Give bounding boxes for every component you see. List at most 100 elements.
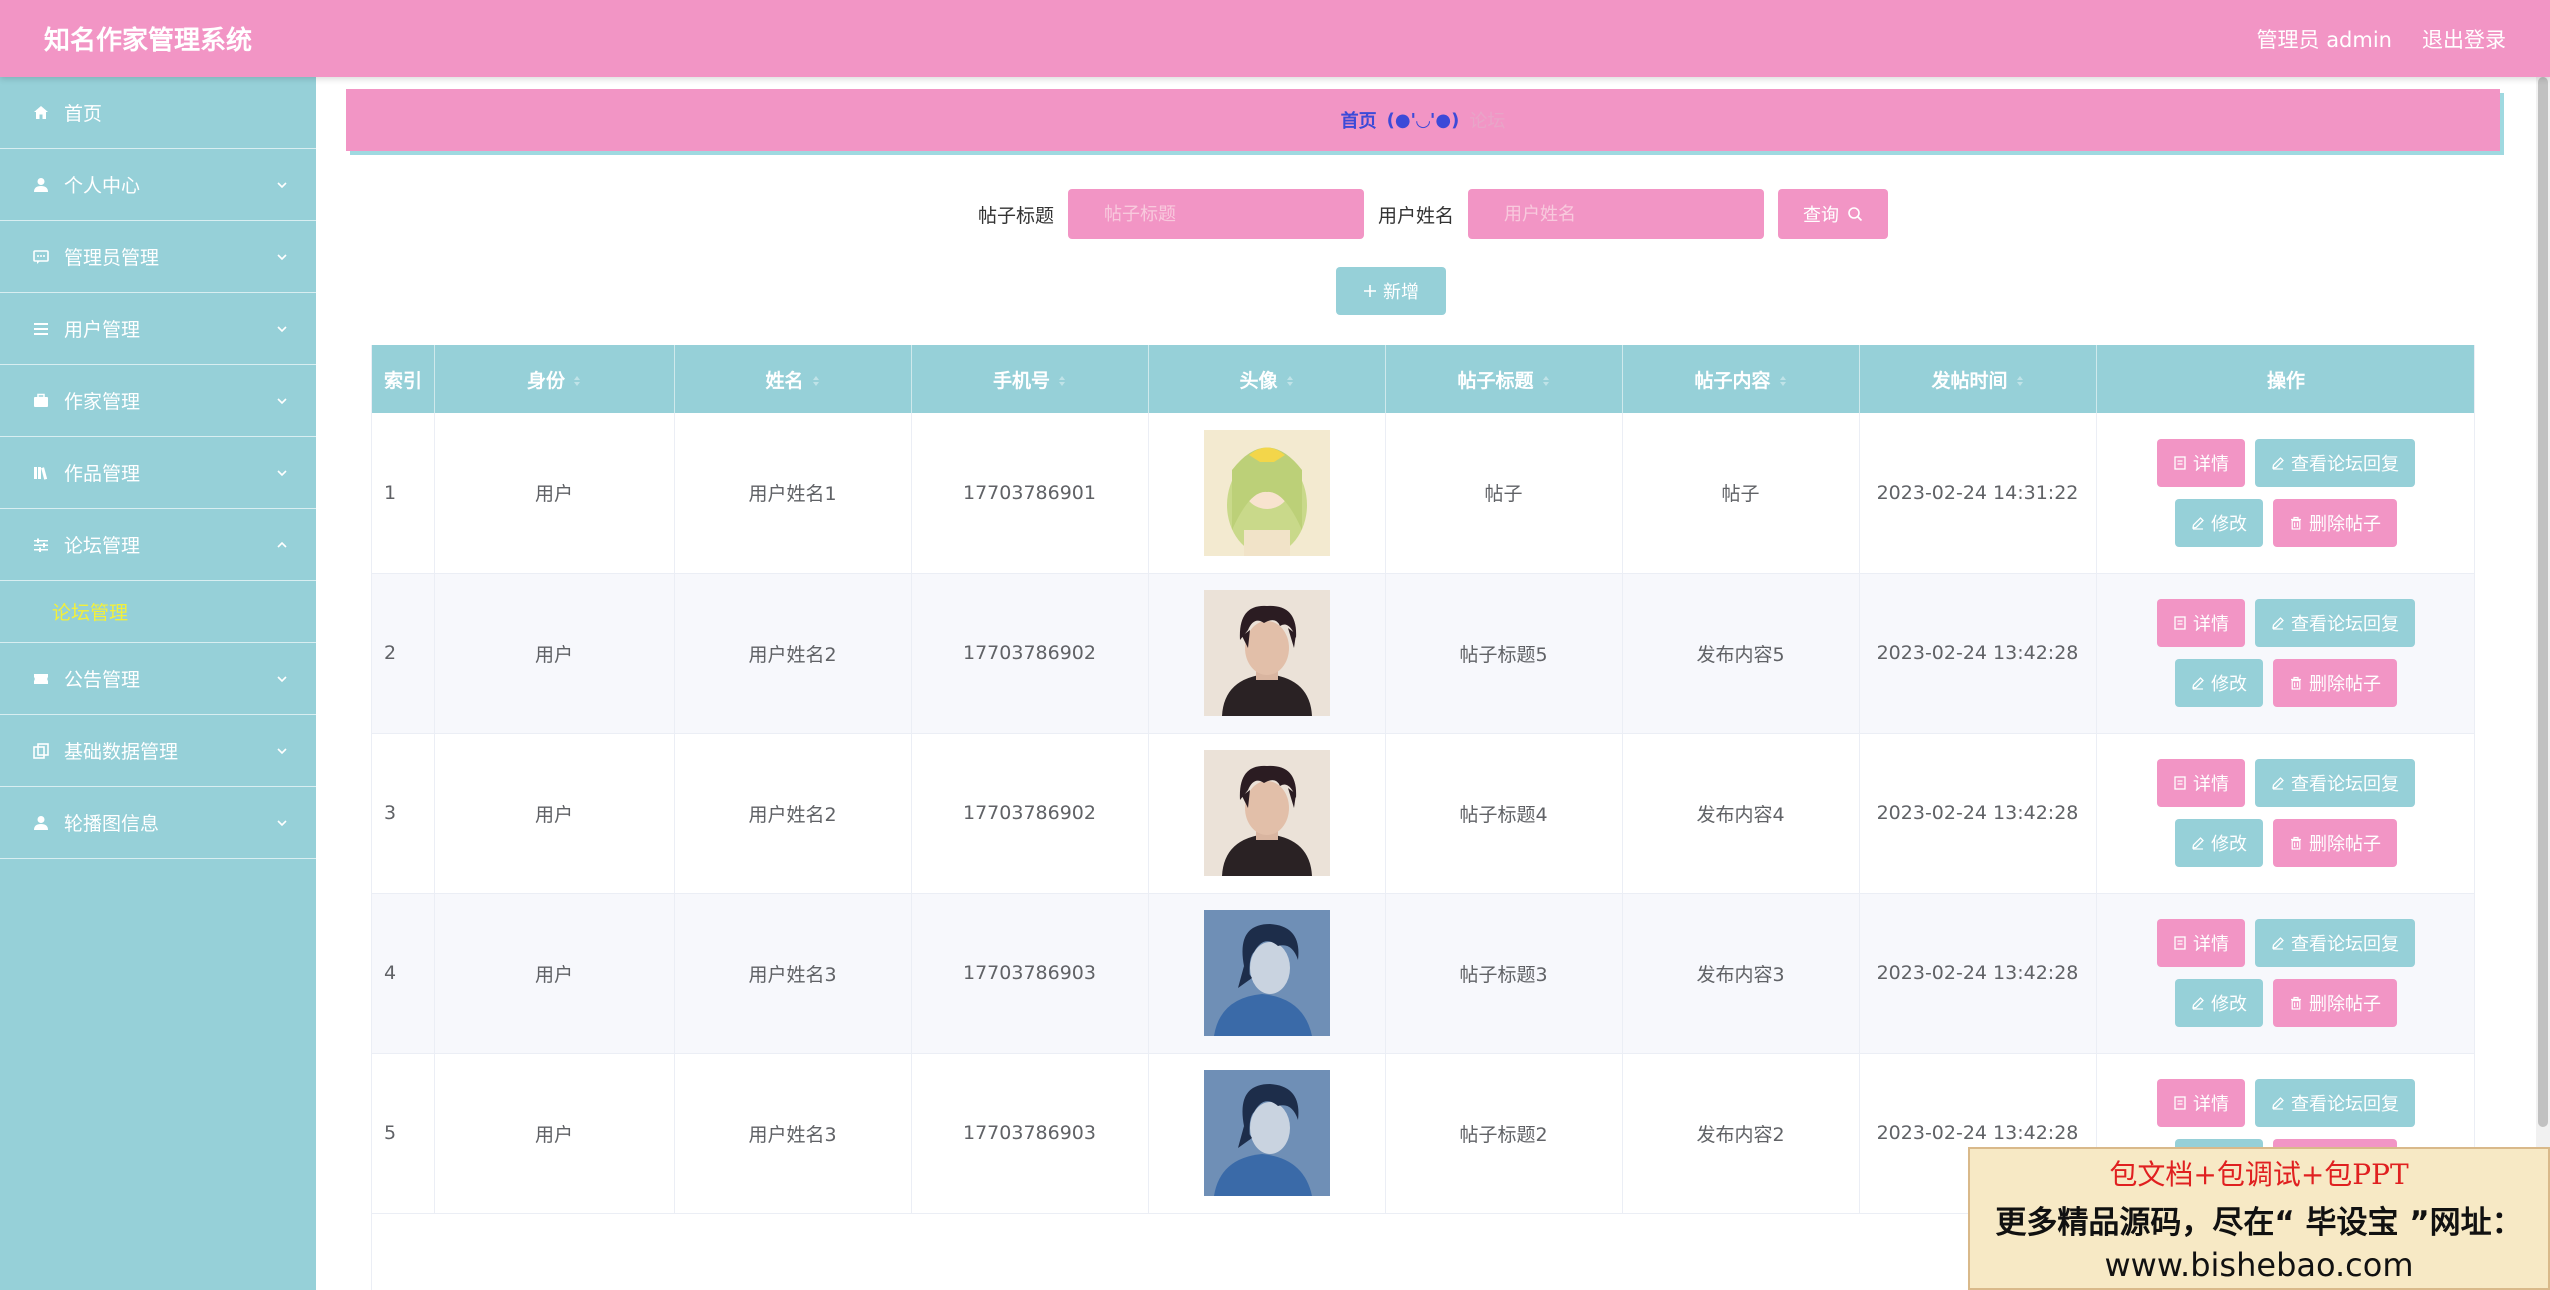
post-title-input[interactable]	[1068, 189, 1364, 239]
edit-button-label: 修改	[2211, 674, 2247, 694]
view-replies-button-label: 查看论坛回复	[2291, 774, 2399, 794]
trash-icon	[2291, 836, 2301, 850]
query-button[interactable]: 查询	[1778, 189, 1889, 239]
cell-role: 用户	[434, 893, 675, 1054]
sidebar-item-user-management[interactable]: 用户管理	[0, 293, 316, 365]
sort-icon[interactable]	[812, 375, 820, 387]
column-header-phone[interactable]: 手机号	[911, 345, 1149, 413]
sort-icon[interactable]	[2016, 375, 2024, 387]
sidebar-item-admin-management[interactable]: 管理员管理	[0, 221, 316, 293]
edit-icon	[2272, 937, 2284, 950]
top-header: 知名作家管理系统 管理员 admin 退出登录	[0, 0, 2550, 77]
action-line: 修改 删除帖子	[2175, 979, 2397, 1027]
header-label: 操作	[2266, 369, 2305, 392]
edit-icon	[2272, 1097, 2284, 1110]
table-row: 3 用户 用户姓名2 17703786902 帖子标题4 发布内容4 2023-02-24 …	[372, 733, 2474, 894]
plus-icon	[1364, 285, 1376, 297]
search-icon	[1848, 207, 1863, 222]
column-header-post-content[interactable]: 帖子内容	[1622, 345, 1860, 413]
sliders-icon	[30, 534, 52, 556]
trash-icon	[2291, 676, 2301, 690]
column-header-post-title[interactable]: 帖子标题	[1385, 345, 1623, 413]
edit-button[interactable]: 修改	[2175, 979, 2263, 1027]
main-content: 首页 (●'◡'●) 论坛 帖子标题 用户姓名 查询 新增	[316, 77, 2550, 1290]
chevron-down-icon	[276, 673, 288, 685]
delete-post-button[interactable]: 删除帖子	[2273, 659, 2397, 707]
header-label: 发帖时间	[1931, 369, 2008, 392]
cell-post-title: 帖子标题4	[1385, 733, 1623, 894]
edit-button[interactable]: 修改	[2175, 819, 2263, 867]
sidebar-item-works-management[interactable]: 作品管理	[0, 437, 316, 509]
cell-index: 2	[372, 573, 435, 734]
column-header-name[interactable]: 姓名	[674, 345, 912, 413]
sort-icon[interactable]	[1286, 375, 1294, 387]
cell-index: 4	[372, 893, 435, 1054]
cell-phone: 17703786902	[911, 573, 1149, 734]
sidebar: 首页 个人中心 管理员管理 用户管理 作家管理 作品管理 论坛管理 论坛管理 公…	[0, 77, 316, 1290]
column-header-avatar[interactable]: 头像	[1148, 345, 1386, 413]
user-name-input[interactable]	[1468, 189, 1765, 239]
sort-icon[interactable]	[1058, 375, 1066, 387]
sidebar-item-label: 管理员管理	[64, 247, 160, 269]
cell-actions: 详情 查看论坛回复修改 删除帖子	[2096, 413, 2474, 574]
sidebar-item-home[interactable]: 首页	[0, 77, 316, 149]
view-replies-button[interactable]: 查看论坛回复	[2255, 919, 2415, 967]
view-replies-button[interactable]: 查看论坛回复	[2255, 759, 2415, 807]
sidebar-item-writer-management[interactable]: 作家管理	[0, 365, 316, 437]
detail-button[interactable]: 详情	[2157, 1079, 2245, 1127]
sidebar-item-label: 个人中心	[64, 175, 141, 197]
edit-button[interactable]: 修改	[2175, 659, 2263, 707]
cell-avatar	[1148, 1053, 1386, 1214]
action-line: 修改 删除帖子	[2175, 659, 2397, 707]
sort-icon[interactable]	[1542, 375, 1550, 387]
sidebar-item-notice-management[interactable]: 公告管理	[0, 643, 316, 715]
user-icon	[30, 174, 52, 196]
column-header-post-time[interactable]: 发帖时间	[1859, 345, 2097, 413]
edit-icon	[2192, 677, 2204, 690]
user-icon	[30, 812, 52, 834]
action-line: 修改 删除帖子	[2175, 819, 2397, 867]
copy-icon	[30, 740, 52, 762]
sidebar-item-carousel-info[interactable]: 轮播图信息	[0, 787, 316, 859]
sidebar-subitem-forum-management[interactable]: 论坛管理	[0, 581, 316, 643]
detail-button[interactable]: 详情	[2157, 599, 2245, 647]
sort-icon[interactable]	[1779, 375, 1787, 387]
header-label: 帖子内容	[1694, 369, 1771, 392]
breadcrumb-home-link[interactable]: 首页	[1341, 107, 1377, 133]
promo-banner[interactable]: 包文档+包调试+包PPT 更多精品源码，尽在“ 毕设宝 ”网址： www.bis…	[1968, 1147, 2550, 1290]
app-root: 知名作家管理系统 管理员 admin 退出登录 首页 个人中心 管理员管理 用户…	[0, 0, 2550, 1290]
chevron-down-icon	[276, 179, 288, 191]
sidebar-item-forum-management[interactable]: 论坛管理	[0, 509, 316, 581]
edit-button[interactable]: 修改	[2175, 498, 2263, 547]
cell-actions: 详情 查看论坛回复修改 删除帖子	[2096, 733, 2474, 894]
view-replies-button[interactable]: 查看论坛回复	[2255, 599, 2415, 647]
action-line: 详情 查看论坛回复	[2157, 919, 2415, 967]
chevron-up-icon	[276, 539, 288, 551]
cell-phone: 17703786902	[911, 733, 1149, 894]
cell-post-title: 帖子标题2	[1385, 1053, 1623, 1214]
cell-name: 用户姓名3	[674, 893, 912, 1054]
ticket-icon	[30, 668, 52, 690]
action-line: 详情 查看论坛回复	[2157, 438, 2415, 487]
column-header-role[interactable]: 身份	[434, 345, 675, 413]
detail-button[interactable]: 详情	[2157, 759, 2245, 807]
detail-button[interactable]: 详情	[2157, 438, 2245, 487]
add-button[interactable]: 新增	[1336, 267, 1446, 315]
sort-icon[interactable]	[573, 375, 581, 387]
scrollbar-thumb[interactable]	[2538, 77, 2548, 1127]
sidebar-item-basic-data-management[interactable]: 基础数据管理	[0, 715, 316, 787]
cell-name: 用户姓名2	[674, 733, 912, 894]
cell-role: 用户	[434, 733, 675, 894]
page-scrollbar[interactable]	[2536, 77, 2550, 1290]
trash-icon	[2291, 516, 2301, 530]
delete-post-button[interactable]: 删除帖子	[2273, 819, 2397, 867]
delete-post-button[interactable]: 删除帖子	[2273, 979, 2397, 1027]
delete-post-button[interactable]: 删除帖子	[2273, 498, 2397, 547]
logout-button[interactable]: 退出登录	[2422, 24, 2506, 54]
detail-button[interactable]: 详情	[2157, 919, 2245, 967]
view-replies-button[interactable]: 查看论坛回复	[2255, 1079, 2415, 1127]
action-line: 详情 查看论坛回复	[2157, 1079, 2415, 1127]
view-replies-button[interactable]: 查看论坛回复	[2255, 438, 2415, 487]
sidebar-item-personal-center[interactable]: 个人中心	[0, 149, 316, 221]
view-replies-button-label: 查看论坛回复	[2291, 1094, 2399, 1114]
